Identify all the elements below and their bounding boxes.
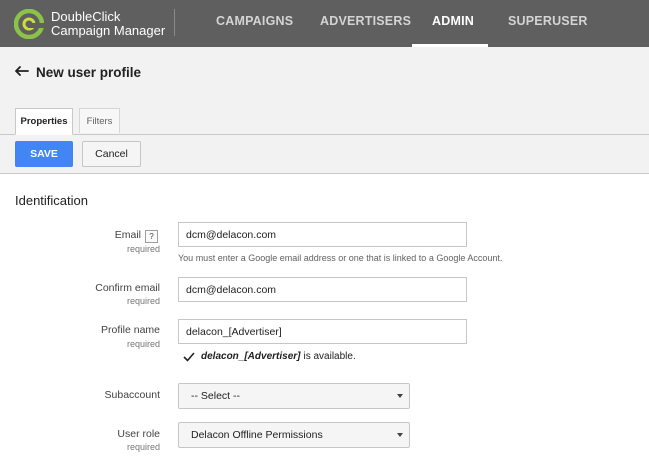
availability-message: delacon_[Advertiser] is available. [183,351,356,362]
confirm-email-field[interactable] [178,277,467,302]
subaccount-selected-value: -- Select -- [191,390,241,402]
availability-profile-name: delacon_[Advertiser] [201,351,301,362]
profile-name-field[interactable] [178,319,467,344]
user-role-selected-value: Delacon Offline Permissions [191,429,323,441]
nav-item-advertisers[interactable]: ADVERTISERS [320,14,411,28]
email-required-label: required [126,244,160,254]
brand-name[interactable]: DoubleClick Campaign Manager [51,10,165,38]
nav-item-admin[interactable]: ADMIN [432,14,474,28]
doubleclick-logo-icon[interactable] [14,9,44,39]
user-role-select[interactable]: Delacon Offline Permissions [178,422,410,448]
subaccount-select[interactable]: -- Select -- [178,383,410,409]
confirm-email-required-label: required [126,296,160,306]
dropdown-arrow-icon [397,433,403,437]
top-nav-bar: DoubleClick Campaign Manager CAMPAIGNS A… [0,0,649,47]
page-title: New user profile [36,65,142,80]
page-header: New user profile Properties Filters [0,47,649,135]
profile-name-label: Profile name [101,324,160,336]
back-arrow-icon[interactable] [15,64,29,78]
brand-line-1: DoubleClick [51,9,121,24]
confirm-email-label: Confirm email [95,282,160,294]
user-role-label: User role [117,428,160,440]
dropdown-arrow-icon [397,394,403,398]
email-field[interactable] [178,222,467,247]
nav-item-superuser[interactable]: SUPERUSER [508,14,588,28]
email-label: Email [114,229,141,241]
tab-properties[interactable]: Properties [15,108,73,135]
tab-filters[interactable]: Filters [79,108,120,133]
action-toolbar: SAVE Cancel [0,135,649,174]
checkmark-icon [183,351,195,362]
subaccount-label: Subaccount [104,389,160,401]
availability-text: is available. [303,351,356,362]
profile-name-required-label: required [126,339,160,349]
help-icon[interactable]: ? [145,230,158,243]
section-title-identification: Identification [15,193,88,208]
user-role-required-label: required [126,442,160,452]
nav-divider [174,9,175,36]
nav-item-campaigns[interactable]: CAMPAIGNS [216,14,293,28]
save-button[interactable]: SAVE [15,141,73,167]
cancel-button[interactable]: Cancel [82,141,141,167]
email-hint-text: You must enter a Google email address or… [178,253,503,263]
brand-line-2: Campaign Manager [51,23,166,38]
